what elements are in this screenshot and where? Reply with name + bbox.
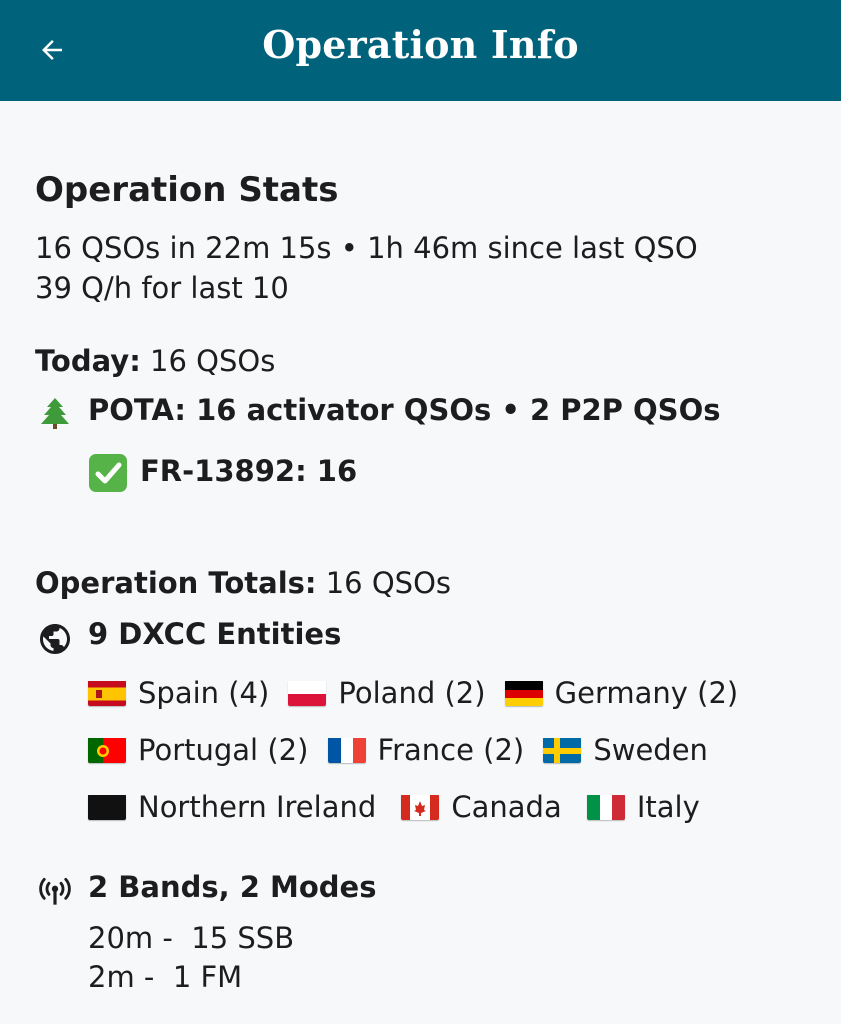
check-box-icon	[88, 453, 128, 493]
flag-france-icon	[327, 737, 366, 763]
globe-icon	[35, 619, 75, 659]
country-item: Portugal (2)	[88, 733, 308, 767]
country-item: Poland (2)	[288, 676, 486, 710]
totals-line: Operation Totals: 16 QSOs	[35, 566, 451, 600]
stats-summary-line1: 16 QSOs in 22m 15s • 1h 46m since last Q…	[35, 231, 698, 265]
band-row: 20m - 15 SSB	[88, 921, 295, 955]
country-item: Spain (4)	[88, 676, 269, 710]
flag-germany-icon	[504, 680, 543, 706]
country-item: Germany (2)	[504, 676, 738, 710]
flag-italy-icon	[586, 794, 625, 820]
totals-label: Operation Totals:	[35, 566, 317, 600]
tree-icon	[35, 393, 75, 433]
flag-portugal-icon	[88, 737, 126, 763]
country-item: Canada	[401, 790, 562, 824]
stats-heading: Operation Stats	[35, 170, 339, 210]
today-value: 16 QSOs	[140, 344, 276, 378]
country-row-3: Northern Ireland Canada Italy	[88, 790, 714, 824]
page-title: Operation Info	[262, 22, 579, 67]
app-bar: Operation Info	[0, 0, 841, 101]
totals-value: 16 QSOs	[316, 566, 452, 600]
pota-summary: POTA: 16 activator QSOs • 2 P2P QSOs	[88, 393, 721, 427]
flag-poland-icon	[288, 680, 327, 706]
dxcc-title: 9 DXCC Entities	[88, 617, 342, 651]
country-item: Italy	[586, 790, 700, 824]
country-item: Sweden	[543, 733, 708, 767]
flag-canada-icon	[401, 794, 440, 820]
today-label: Today:	[35, 344, 141, 378]
band-row: 2m - 1 FM	[88, 960, 243, 994]
antenna-icon	[35, 872, 75, 912]
flag-spain-icon	[88, 680, 126, 706]
country-item: Northern Ireland	[88, 790, 376, 824]
stats-summary-line2: 39 Q/h for last 10	[35, 271, 289, 305]
today-line: Today: 16 QSOs	[35, 344, 275, 378]
country-row-2: Portugal (2) France (2) Sweden	[88, 733, 722, 767]
country-row-1: Spain (4) Poland (2) Germany (2)	[88, 676, 752, 710]
flag-sweden-icon	[543, 737, 582, 763]
country-item: France (2)	[327, 733, 524, 767]
park-count: FR-13892: 16	[140, 454, 358, 488]
bands-modes-title: 2 Bands, 2 Modes	[88, 870, 377, 904]
flag-black-icon	[88, 794, 126, 820]
